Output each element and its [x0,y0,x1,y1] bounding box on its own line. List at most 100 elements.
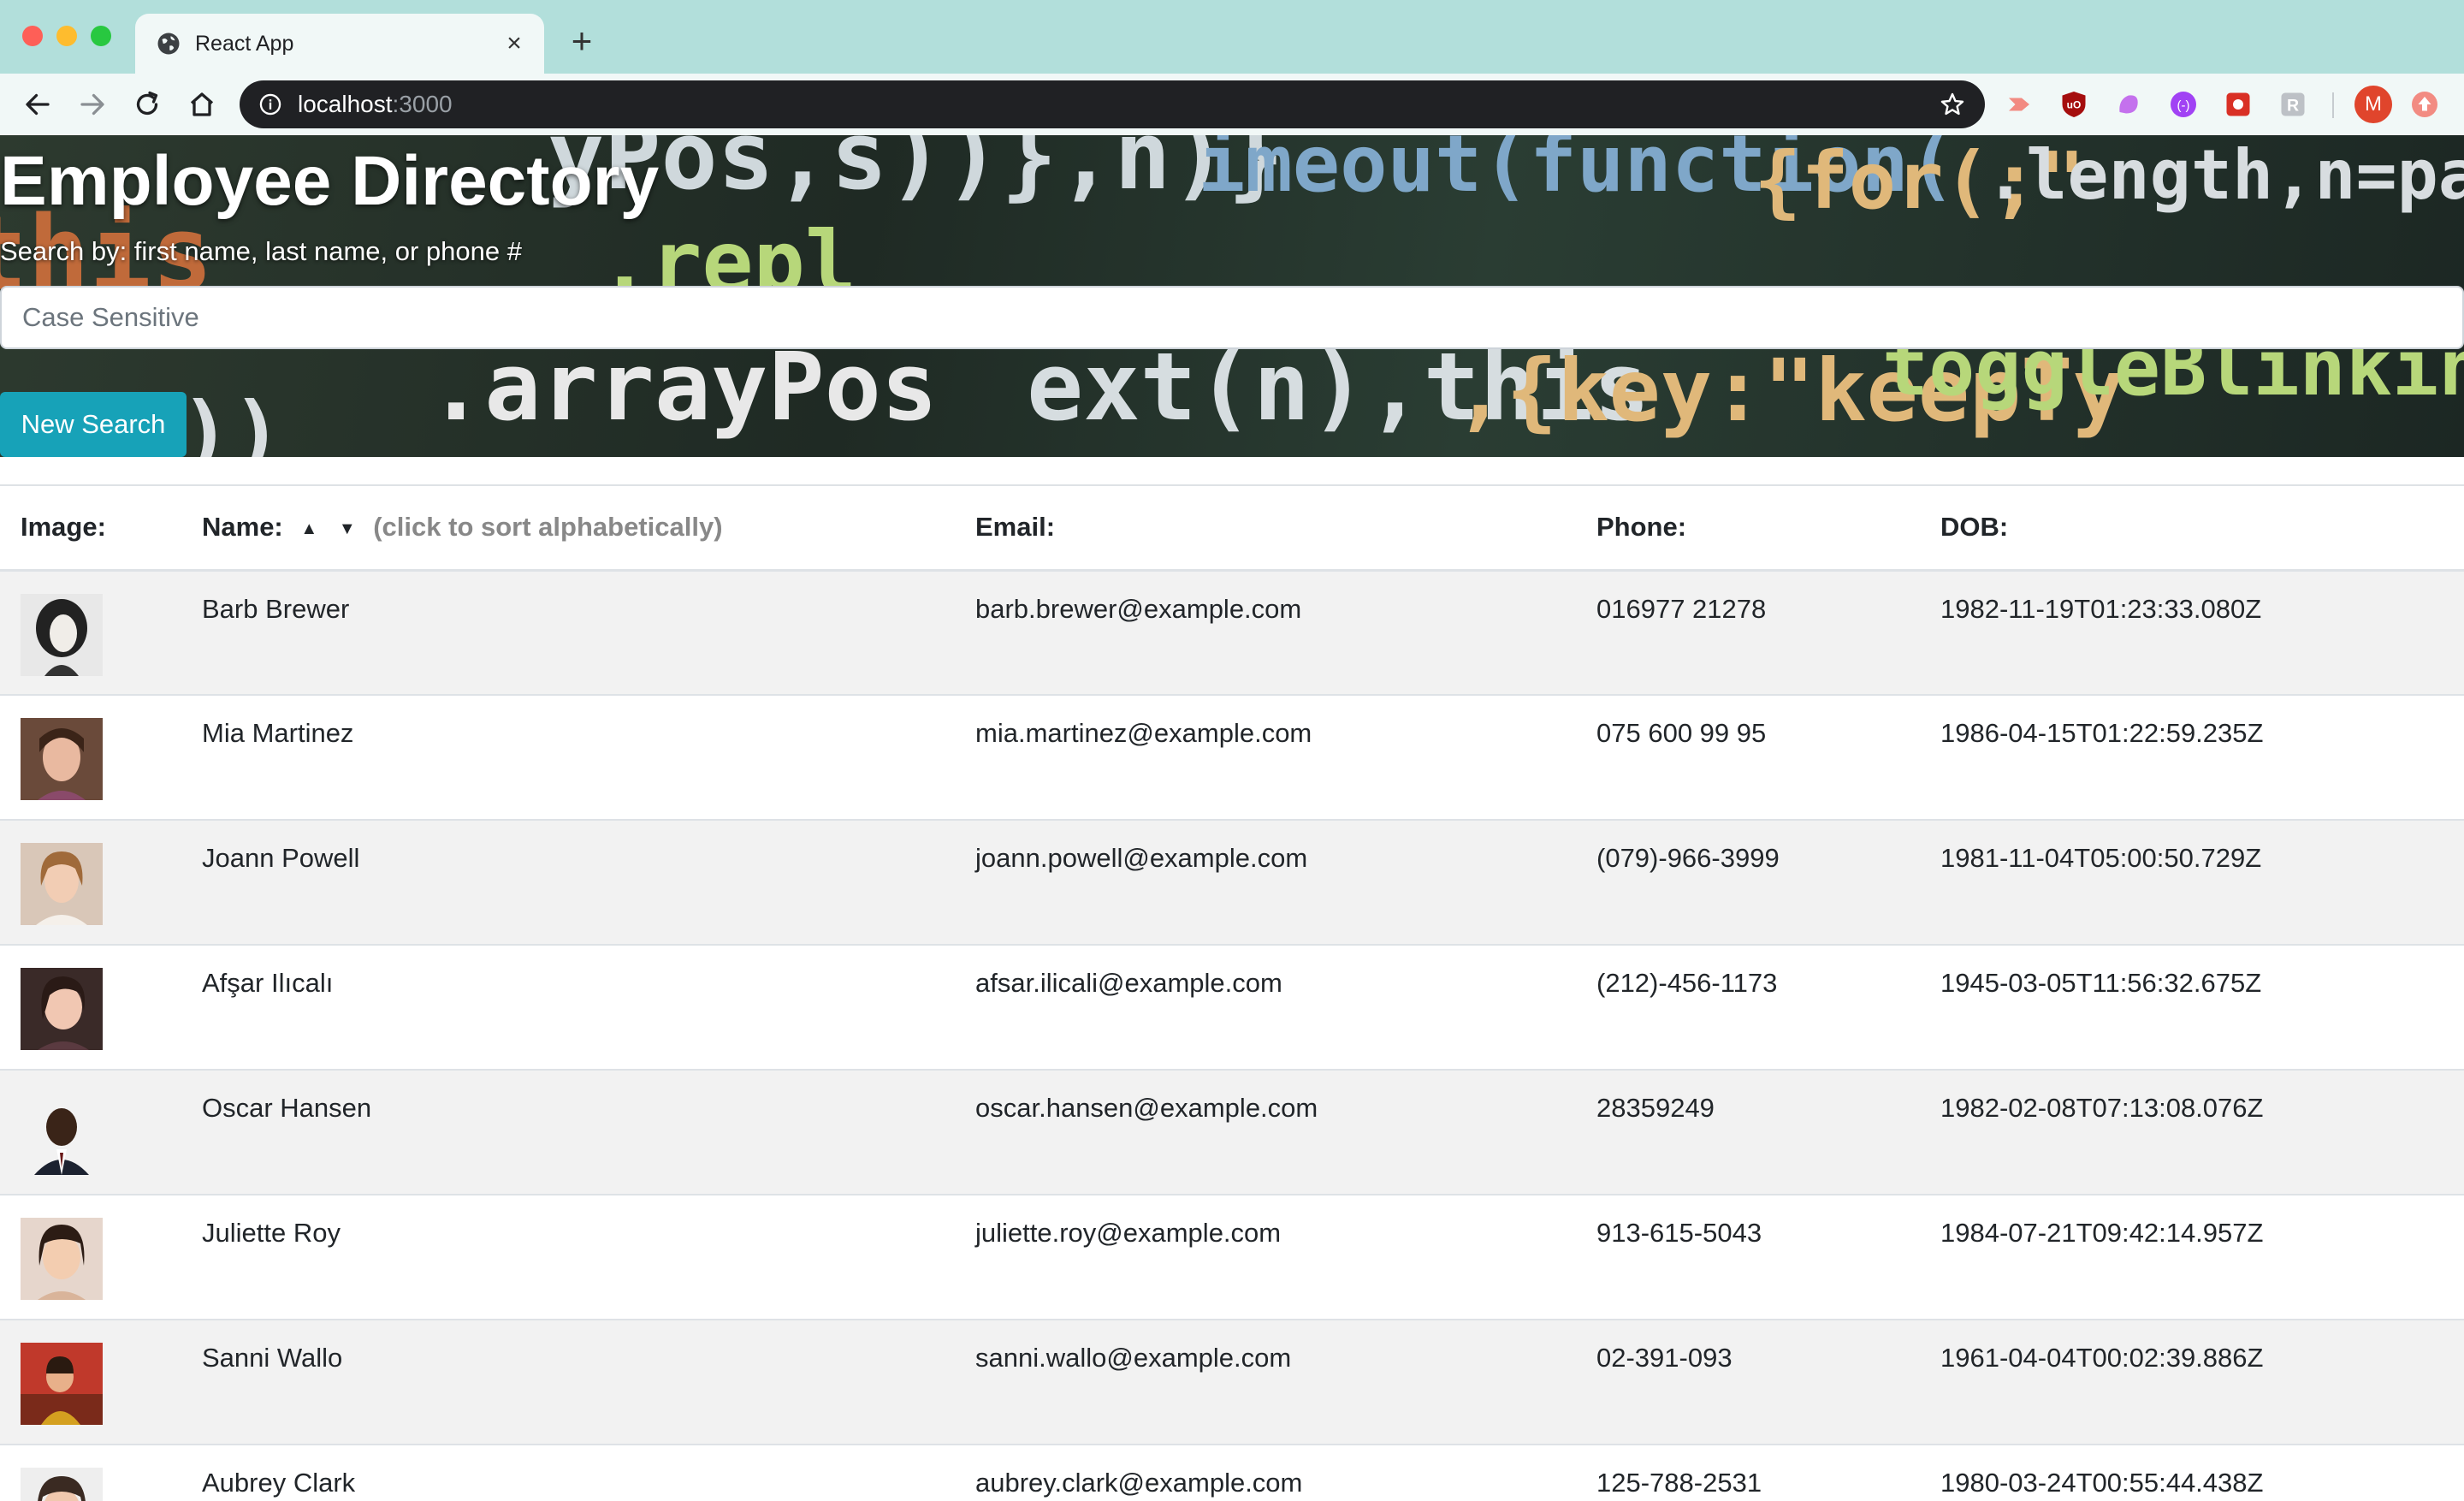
svg-text:R: R [2287,97,2299,116]
close-window-button[interactable] [22,26,43,46]
employee-avatar [21,718,103,800]
header-name[interactable]: Name: ▲ ▼ (click to sort alphabetically) [181,486,955,572]
table-row: Joann Powell joann.powell@example.com (0… [0,819,2464,945]
image-cell [0,569,181,695]
header-email: Email: [955,486,1576,572]
image-cell [0,1319,181,1445]
hero-banner: yPos,s))},n)} imeout(function( {for(;" .… [0,135,2464,457]
employee-avatar [21,843,103,925]
close-tab-icon[interactable]: × [500,29,529,58]
dob-cell: 1982-11-19T01:23:33.080Z [1920,569,2464,695]
address-bar[interactable]: localhost:3000 [240,80,1985,128]
extension-puzzle-icon[interactable]: R [2277,89,2308,120]
browser-tab[interactable]: React App × [135,14,544,74]
globe-icon [157,33,180,55]
update-icon[interactable] [2409,89,2440,120]
email-cell: aubrey.clark@example.com [955,1444,1576,1501]
header-image: Image: [0,486,181,572]
name-cell: Joann Powell [181,819,955,945]
header-name-label: Name: [202,512,283,543]
new-tab-button[interactable]: + [565,23,599,60]
back-icon[interactable] [22,89,53,120]
name-cell: Barb Brewer [181,569,955,695]
search-input[interactable] [0,286,2464,349]
phone-cell: 913-615-5043 [1576,1194,1920,1320]
phone-cell: 016977 21278 [1576,569,1920,695]
table-row: Oscar Hansen oscar.hansen@example.com 28… [0,1069,2464,1195]
toolbar-separator [2332,92,2334,118]
table-header-row: Image: Name: ▲ ▼ (click to sort alphabet… [0,486,2464,572]
url-text: localhost:3000 [298,91,453,118]
profile-avatar[interactable]: M [2354,86,2392,123]
employee-table-container: Image: Name: ▲ ▼ (click to sort alphabet… [0,484,2464,1501]
site-info-icon[interactable] [258,92,282,116]
dob-cell: 1984-07-21T09:42:14.957Z [1920,1194,2464,1320]
url-port: :3000 [392,91,453,117]
phone-cell: 125-788-2531 [1576,1444,1920,1501]
table-row: Barb Brewer barb.brewer@example.com 0169… [0,569,2464,695]
image-cell [0,1444,181,1501]
extension-cast-icon[interactable] [2004,89,2035,120]
phone-cell: (212)-456-1173 [1576,944,1920,1070]
forward-icon[interactable] [77,89,108,120]
table-row: Mia Martinez mia.martinez@example.com 07… [0,694,2464,820]
email-cell: joann.powell@example.com [955,819,1576,945]
employee-avatar [21,1218,103,1300]
extension-color-icon[interactable] [2113,89,2144,120]
minimize-window-button[interactable] [56,26,77,46]
name-cell: Sanni Wallo [181,1319,955,1445]
sort-descending-icon[interactable]: ▼ [339,519,356,539]
phone-cell: 02-391-093 [1576,1319,1920,1445]
email-cell: afsar.ilicali@example.com [955,944,1576,1070]
email-cell: mia.martinez@example.com [955,694,1576,820]
search-instructions: Search by: first name, last name, or pho… [0,236,522,266]
dob-cell: 1945-03-05T11:56:32.675Z [1920,944,2464,1070]
header-phone: Phone: [1576,486,1920,572]
sort-hint[interactable]: (click to sort alphabetically) [373,512,722,542]
dob-cell: 1961-04-04T00:02:39.886Z [1920,1319,2464,1445]
email-cell: sanni.wallo@example.com [955,1319,1576,1445]
page-title: Employee Directory [0,142,660,220]
extension-grid-icon[interactable] [2223,89,2254,120]
dob-cell: 1981-11-04T05:00:50.729Z [1920,819,2464,945]
reload-icon[interactable] [132,89,163,120]
bookmark-star-icon[interactable] [1939,91,1966,118]
name-cell: Oscar Hansen [181,1069,955,1195]
employee-avatar [21,1343,103,1425]
image-cell [0,694,181,820]
email-cell: oscar.hansen@example.com [955,1069,1576,1195]
email-cell: barb.brewer@example.com [955,569,1576,695]
extension-octo-icon[interactable]: (-) [2168,89,2199,120]
new-search-button[interactable]: New Search [0,392,187,457]
name-cell: Aubrey Clark [181,1444,955,1501]
email-cell: juliette.roy@example.com [955,1194,1576,1320]
home-icon[interactable] [187,89,217,120]
employee-table: Image: Name: ▲ ▼ (click to sort alphabet… [0,486,2464,1501]
dob-cell: 1980-03-24T00:55:44.438Z [1920,1444,2464,1501]
svg-text:(-): (-) [2177,98,2190,113]
table-row: Sanni Wallo sanni.wallo@example.com 02-3… [0,1319,2464,1445]
name-cell: Mia Martinez [181,694,955,820]
table-row: Afşar Ilıcalı afsar.ilicali@example.com … [0,944,2464,1070]
browser-toolbar: localhost:3000 uO (-) R M [0,74,2464,135]
svg-text:uO: uO [2067,99,2082,111]
name-cell: Afşar Ilıcalı [181,944,955,1070]
tab-title: React App [195,32,294,56]
image-cell [0,944,181,1070]
browser-titlebar: React App × + [0,0,2464,74]
employee-avatar [21,1468,103,1501]
phone-cell: 075 600 99 95 [1576,694,1920,820]
header-dob: DOB: [1920,486,2464,572]
employee-avatar [21,968,103,1050]
phone-cell: 28359249 [1576,1069,1920,1195]
employee-avatar [21,1093,103,1175]
employee-avatar [21,593,103,676]
table-row: Juliette Roy juliette.roy@example.com 91… [0,1194,2464,1320]
url-host: localhost [298,91,393,117]
sort-ascending-icon[interactable]: ▲ [300,519,317,539]
extension-ublock-icon[interactable]: uO [2058,89,2089,120]
phone-cell: (079)-966-3999 [1576,819,1920,945]
maximize-window-button[interactable] [91,26,111,46]
image-cell [0,1069,181,1195]
image-cell [0,819,181,945]
